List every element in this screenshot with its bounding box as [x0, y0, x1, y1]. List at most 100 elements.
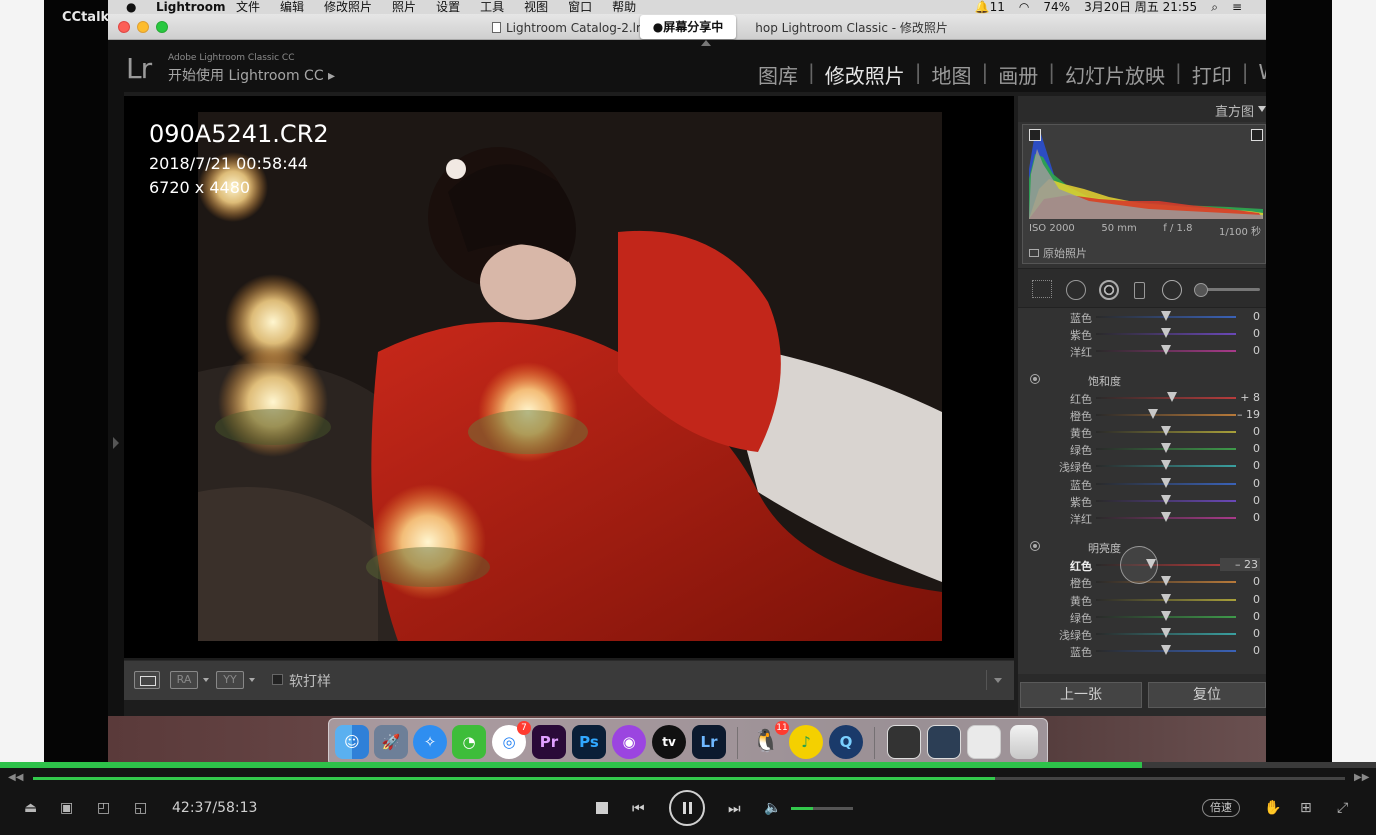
seek-bar[interactable] [33, 777, 1345, 780]
chevron-down-icon[interactable] [203, 678, 209, 682]
highlight-clipping-icon[interactable] [1251, 129, 1263, 141]
slider-value[interactable]: 0 [1220, 477, 1260, 490]
slider-thumb[interactable] [1161, 328, 1171, 339]
slider-thumb[interactable] [1161, 477, 1171, 488]
saturation-target-icon[interactable] [1030, 373, 1040, 384]
module-print[interactable]: 打印 [1182, 60, 1242, 89]
crop-tool-icon[interactable] [1032, 280, 1052, 298]
menu-photo[interactable]: 照片 [392, 0, 416, 14]
hsl-slider-row[interactable]: 蓝色 0 [1018, 642, 1266, 659]
slider-thumb[interactable] [1166, 391, 1177, 402]
photo[interactable] [198, 112, 942, 641]
slider-thumb[interactable] [1161, 645, 1171, 656]
slider-thumb[interactable] [1161, 593, 1171, 604]
menu-help[interactable]: 帮助 [612, 0, 636, 14]
slider-thumb[interactable] [1161, 460, 1171, 471]
module-map[interactable]: 地图 [922, 60, 982, 89]
adjustment-brush-tool-icon[interactable] [1194, 283, 1260, 297]
slider-value[interactable]: 0 [1220, 442, 1260, 455]
slider-value[interactable]: + 8 [1220, 391, 1260, 404]
left-panel-toggle-icon[interactable] [113, 437, 119, 449]
wechat-icon[interactable]: ◔ [452, 725, 486, 759]
menu-edit[interactable]: 编辑 [280, 0, 304, 14]
slider-thumb[interactable] [1161, 512, 1171, 522]
original-photo-toggle[interactable]: 原始照片 [1029, 245, 1087, 261]
quicktime-icon[interactable]: Q [829, 725, 863, 759]
slider-value[interactable]: 0 [1220, 310, 1260, 323]
module-book[interactable]: 画册 [988, 60, 1048, 89]
slider-value[interactable]: 0 [1220, 327, 1260, 340]
graduated-filter-tool-icon[interactable] [1134, 282, 1145, 299]
red-eye-tool-icon[interactable] [1099, 280, 1119, 300]
hand-icon[interactable]: ✋ [1264, 800, 1281, 816]
menu-develop[interactable]: 修改照片 [324, 0, 372, 14]
minimized-window-thumbnail[interactable] [887, 725, 921, 759]
histogram-header[interactable]: 直方图 [1018, 96, 1266, 122]
podcasts-icon[interactable]: ◉ [612, 725, 646, 759]
premiere-icon[interactable]: Pr [532, 725, 566, 759]
control-center-icon[interactable]: ≡ [1232, 0, 1242, 14]
slider-thumb[interactable] [1161, 443, 1171, 454]
volume-slider[interactable] [791, 807, 853, 810]
trash-icon[interactable] [1010, 725, 1038, 759]
launchpad-icon[interactable]: 🚀 [374, 725, 408, 759]
hsl-slider-row[interactable]: 蓝色 0 [1018, 308, 1266, 325]
loupe-view-button[interactable] [134, 671, 160, 689]
slider-track[interactable] [1096, 564, 1236, 567]
fullscreen-icon[interactable]: ⤢ [1337, 800, 1348, 816]
slider-thumb[interactable] [1148, 408, 1159, 419]
slider-track[interactable] [1096, 413, 1236, 416]
volume-icon[interactable]: 🔈 [764, 800, 781, 816]
top-panel-toggle-icon[interactable] [701, 40, 711, 46]
notification-icon[interactable]: 🔔11 [975, 0, 1005, 14]
pause-button[interactable] [669, 790, 705, 826]
module-slideshow[interactable]: 幻灯片放映 [1055, 60, 1175, 89]
image-viewer[interactable]: 090A5241.CR2 2018/7/21 00:58:44 6720 x 4… [124, 96, 1014, 658]
chevron-down-icon[interactable] [249, 678, 255, 682]
hsl-slider-row[interactable]: 黄色 0 [1018, 423, 1266, 440]
slider-thumb[interactable] [1161, 576, 1171, 587]
menu-tools[interactable]: 工具 [480, 0, 504, 14]
slider-value[interactable]: 0 [1220, 511, 1260, 524]
slider-thumb[interactable] [1161, 628, 1171, 638]
apple-tv-icon[interactable]: tv [652, 725, 686, 759]
slider-value[interactable]: 0 [1220, 459, 1260, 472]
window-close-button[interactable] [118, 21, 130, 33]
safari-icon[interactable]: ✧ [413, 725, 447, 759]
slider-value[interactable]: 0 [1220, 344, 1260, 357]
subtitle-icon[interactable]: ▣ [60, 800, 73, 816]
minimized-window-thumbnail[interactable] [967, 725, 1001, 759]
apple-icon[interactable]: ● [126, 0, 136, 14]
slider-value[interactable]: 0 [1220, 575, 1260, 588]
next-track-icon[interactable]: ⏭ [728, 801, 741, 817]
hsl-slider-row[interactable]: 浅绿色 0 [1018, 625, 1266, 642]
before-after-swap-button[interactable]: YY [216, 671, 244, 689]
battery-level[interactable]: 74% [1043, 0, 1070, 14]
photoshop-icon[interactable]: Ps [572, 725, 606, 759]
eject-icon[interactable]: ⏏ [24, 800, 37, 816]
slider-thumb[interactable] [1161, 494, 1171, 505]
spotlight-icon[interactable]: ⌕ [1211, 0, 1218, 14]
clock[interactable]: 3月20日 周五 21:55 [1084, 0, 1197, 14]
luminance-target-icon[interactable] [1030, 541, 1040, 552]
slider-thumb[interactable] [1161, 426, 1171, 436]
slider-thumb[interactable] [1161, 311, 1171, 321]
hsl-slider-row[interactable]: 绿色 0 [1018, 440, 1266, 457]
menu-view[interactable]: 视图 [524, 0, 548, 14]
hsl-slider-row[interactable]: 洋红 0 [1018, 342, 1266, 359]
toolbox-icon[interactable]: ⊞ [1300, 800, 1312, 816]
hsl-slider-row[interactable]: 橙色 – 19 [1018, 406, 1266, 423]
hsl-slider-row[interactable]: 紫色 0 [1018, 325, 1266, 342]
reset-button[interactable]: 复位 [1148, 682, 1266, 708]
slider-value[interactable]: – 23 [1220, 558, 1260, 572]
slider-value[interactable]: 0 [1220, 425, 1260, 438]
get-started-link[interactable]: 开始使用 Lightroom CC ▸ [168, 65, 335, 85]
rewind-icon[interactable]: ◀◀ [8, 772, 23, 783]
finder-icon[interactable]: ☺ [335, 725, 369, 759]
previous-button[interactable]: 上一张 [1020, 682, 1142, 708]
slider-value[interactable]: 0 [1220, 627, 1260, 640]
toolbar-menu-button[interactable] [986, 670, 1008, 690]
hsl-slider-row[interactable]: 洋红 0 [1018, 509, 1266, 526]
slider-value[interactable]: 0 [1220, 593, 1260, 606]
fast-forward-icon[interactable]: ▶▶ [1354, 772, 1369, 783]
